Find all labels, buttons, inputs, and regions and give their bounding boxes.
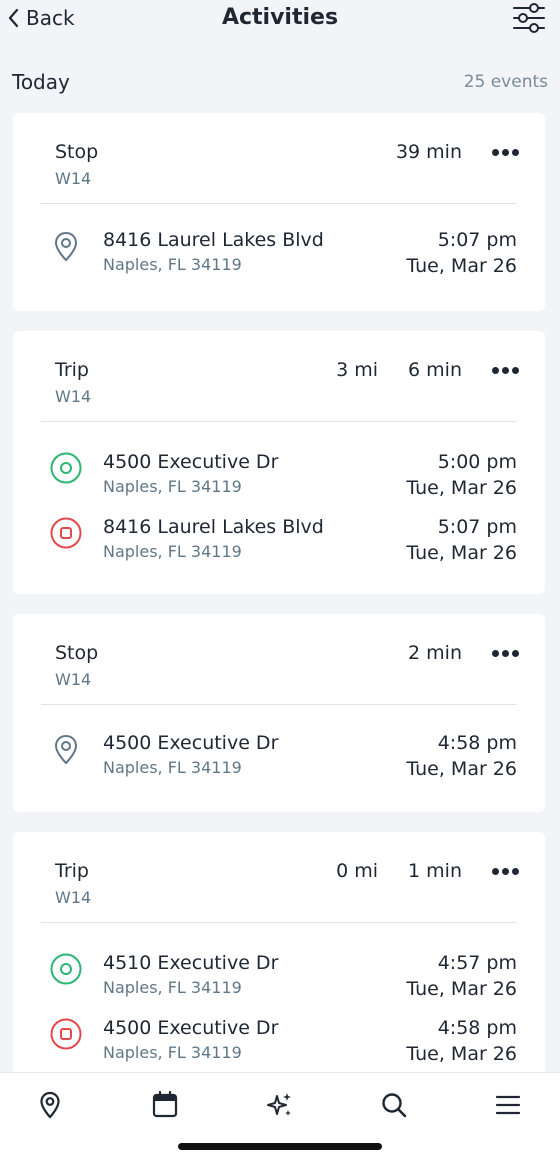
calendar-icon [152, 1090, 178, 1118]
location-pin-icon [40, 1091, 60, 1119]
activity-type: Stop [55, 642, 99, 664]
vehicle-label: W14 [55, 888, 92, 907]
end-square-icon [50, 517, 82, 549]
trip-end-row: 4500 Executive Dr Naples, FL 34119 4:58 … [49, 1017, 517, 1069]
vehicle-label: W14 [55, 670, 92, 689]
city: Naples, FL 34119 [103, 978, 242, 997]
date: Tue, Mar 26 [406, 978, 517, 1000]
date: Tue, Mar 26 [406, 542, 517, 564]
address: 8416 Laurel Lakes Blvd [103, 516, 324, 538]
duration: 2 min [408, 642, 462, 664]
divider [41, 704, 517, 705]
card-metrics: 39 min [396, 141, 519, 163]
activity-type: Trip [55, 860, 89, 882]
location-pin-icon [54, 231, 78, 262]
start-circle-icon [50, 452, 82, 484]
start-circle-icon [50, 953, 82, 985]
sliders-icon [513, 3, 545, 33]
city: Naples, FL 34119 [103, 477, 242, 496]
time: 4:57 pm [437, 952, 517, 974]
more-options-button[interactable] [492, 145, 519, 160]
duration: 39 min [395, 141, 462, 163]
divider [41, 421, 517, 422]
page-title: Activities [221, 5, 339, 30]
city: Naples, FL 34119 [103, 1043, 242, 1062]
activity-type: Trip [55, 359, 89, 381]
date: Tue, Mar 26 [406, 758, 517, 780]
location-row: 8416 Laurel Lakes Blvd Naples, FL 34119 … [49, 229, 517, 281]
card-header: Stop W14 39 min [55, 139, 519, 191]
nav-search[interactable] [374, 1087, 414, 1123]
city: Naples, FL 34119 [103, 542, 242, 561]
address: 4510 Executive Dr [103, 952, 279, 974]
activities-screen: Back Activities Today 25 events Stop W14 [0, 0, 560, 1157]
more-options-button[interactable] [492, 363, 519, 378]
divider [41, 922, 517, 923]
duration: 6 min [408, 359, 462, 381]
more-options-button[interactable] [492, 864, 519, 879]
address: 8416 Laurel Lakes Blvd [103, 229, 324, 251]
event-count: 25 events [463, 72, 548, 92]
card-metrics: 0 mi 1 min [336, 860, 519, 882]
address: 4500 Executive Dr [103, 732, 279, 754]
time: 4:58 pm [437, 732, 517, 754]
section-day: Today [12, 70, 70, 94]
date: Tue, Mar 26 [406, 255, 517, 277]
date: Tue, Mar 26 [406, 1043, 517, 1065]
address: 4500 Executive Dr [103, 451, 279, 473]
location-pin-icon [54, 734, 78, 765]
card-header: Stop W14 2 min [55, 640, 519, 692]
divider [41, 203, 517, 204]
card-header: Trip W14 3 mi 6 min [55, 357, 519, 409]
activity-card-trip[interactable]: Trip W14 3 mi 6 min 4500 Executive Dr Na… [13, 331, 545, 594]
trip-start-row: 4500 Executive Dr Naples, FL 34119 5:00 … [49, 451, 517, 503]
sparkles-icon [267, 1093, 291, 1116]
activity-card-trip[interactable]: Trip W14 0 mi 1 min 4510 Executive Dr Na… [13, 832, 545, 1095]
nav-map[interactable] [30, 1087, 70, 1123]
nav-menu[interactable] [488, 1087, 528, 1123]
time: 5:00 pm [437, 451, 517, 473]
time: 5:07 pm [437, 229, 517, 251]
time: 4:58 pm [437, 1017, 517, 1039]
card-metrics: 3 mi 6 min [336, 359, 519, 381]
nav-calendar[interactable] [145, 1087, 185, 1123]
activity-type: Stop [55, 141, 99, 163]
distance: 0 mi [336, 860, 379, 882]
city: Naples, FL 34119 [103, 255, 242, 274]
search-icon [382, 1093, 407, 1118]
address: 4500 Executive Dr [103, 1017, 279, 1039]
more-options-button[interactable] [492, 646, 519, 661]
time: 5:07 pm [437, 516, 517, 538]
location-row: 4500 Executive Dr Naples, FL 34119 4:58 … [49, 732, 517, 784]
distance: 3 mi [336, 359, 379, 381]
top-bar: Back Activities [0, 0, 560, 40]
city: Naples, FL 34119 [103, 758, 242, 777]
menu-icon [495, 1095, 521, 1115]
date: Tue, Mar 26 [406, 477, 517, 499]
nav-insights[interactable] [260, 1087, 300, 1123]
day-section-header: Today 25 events [12, 68, 548, 98]
trip-start-row: 4510 Executive Dr Naples, FL 34119 4:57 … [49, 952, 517, 1004]
filter-button[interactable] [512, 2, 546, 34]
vehicle-label: W14 [55, 387, 92, 406]
home-indicator [178, 1143, 382, 1150]
end-square-icon [50, 1018, 82, 1050]
trip-end-row: 8416 Laurel Lakes Blvd Naples, FL 34119 … [49, 516, 517, 568]
card-metrics: 2 min [408, 642, 519, 664]
card-header: Trip W14 0 mi 1 min [55, 858, 519, 910]
vehicle-label: W14 [55, 169, 92, 188]
activity-card-stop[interactable]: Stop W14 39 min 8416 Laurel Lakes Blvd N… [13, 113, 545, 311]
duration: 1 min [408, 860, 462, 882]
activity-card-stop[interactable]: Stop W14 2 min 4500 Executive Dr Naples,… [13, 614, 545, 812]
